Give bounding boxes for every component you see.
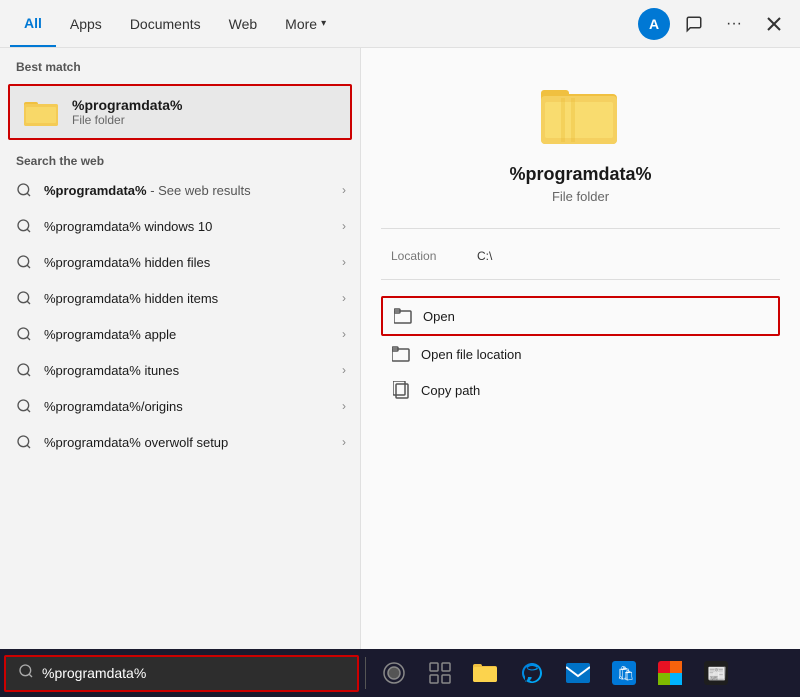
right-panel-title: %programdata% xyxy=(509,164,651,185)
open-location-icon xyxy=(391,344,411,364)
search-web-label: Search the web xyxy=(0,144,360,172)
tab-more[interactable]: More ▾ xyxy=(271,0,340,47)
news-button[interactable]: 📰 xyxy=(694,651,738,695)
search-panel: All Apps Documents Web More ▾ A ··· xyxy=(0,0,800,650)
chevron-right-icon: › xyxy=(342,255,346,269)
chevron-right-icon: › xyxy=(342,399,346,413)
close-button[interactable] xyxy=(758,8,790,40)
svg-text:📰: 📰 xyxy=(707,666,727,683)
search-icon xyxy=(14,288,34,308)
open-folder-icon xyxy=(393,306,413,326)
search-icon xyxy=(14,216,34,236)
store-button[interactable]: 🛍 xyxy=(602,651,646,695)
chevron-down-icon: ▾ xyxy=(321,18,326,29)
action-open[interactable]: Open xyxy=(381,296,780,336)
right-panel: %programdata% File folder Location C:\ O… xyxy=(360,48,800,650)
search-item[interactable]: %programdata%/origins › xyxy=(0,388,360,424)
edge-browser-button[interactable] xyxy=(510,651,554,695)
best-match-item[interactable]: %programdata% File folder xyxy=(8,84,352,140)
folder-icon xyxy=(24,96,60,128)
task-view-button[interactable] xyxy=(418,651,462,695)
user-avatar[interactable]: A xyxy=(638,8,670,40)
svg-text:🛍: 🛍 xyxy=(617,665,635,681)
search-icon xyxy=(14,360,34,380)
cortana-button[interactable] xyxy=(372,651,416,695)
right-panel-subtitle: File folder xyxy=(552,189,609,204)
divider xyxy=(381,228,780,229)
search-item[interactable]: %programdata% hidden files › xyxy=(0,244,360,280)
content-area: Best match %programdata% File folder Sea… xyxy=(0,48,800,650)
photos-button[interactable] xyxy=(648,651,692,695)
tab-all[interactable]: All xyxy=(10,0,56,47)
tab-web[interactable]: Web xyxy=(215,0,272,47)
tab-documents[interactable]: Documents xyxy=(116,0,215,47)
nav-tabs: All Apps Documents Web More ▾ A ··· xyxy=(0,0,800,48)
file-explorer-button[interactable] xyxy=(464,651,508,695)
action-open-file-location[interactable]: Open file location xyxy=(381,336,780,372)
taskbar-search[interactable]: %programdata% xyxy=(4,655,359,692)
left-panel: Best match %programdata% File folder Sea… xyxy=(0,48,360,650)
action-copy-path[interactable]: Copy path xyxy=(381,372,780,408)
search-item[interactable]: %programdata% hidden items › xyxy=(0,280,360,316)
search-icon xyxy=(14,324,34,344)
search-item[interactable]: %programdata% apple › xyxy=(0,316,360,352)
copy-icon xyxy=(391,380,411,400)
chevron-right-icon: › xyxy=(342,219,346,233)
best-match-text: %programdata% File folder xyxy=(72,97,182,127)
tab-apps[interactable]: Apps xyxy=(56,0,116,47)
options-button[interactable]: ··· xyxy=(718,8,750,40)
right-folder-icon xyxy=(541,78,621,148)
search-item[interactable]: %programdata% overwolf setup › xyxy=(0,424,360,460)
chevron-right-icon: › xyxy=(342,183,346,197)
search-icon xyxy=(14,180,34,200)
best-match-label: Best match xyxy=(0,48,360,80)
taskbar: %programdata% xyxy=(0,649,800,697)
chevron-right-icon: › xyxy=(342,291,346,305)
chevron-right-icon: › xyxy=(342,327,346,341)
search-icon xyxy=(14,252,34,272)
mail-button[interactable] xyxy=(556,651,600,695)
taskbar-divider xyxy=(365,657,366,689)
divider xyxy=(381,279,780,280)
search-icon xyxy=(14,396,34,416)
nav-right-controls: A ··· xyxy=(638,8,790,40)
search-item[interactable]: %programdata% - See web results › xyxy=(0,172,360,208)
meta-location: Location C:\ xyxy=(381,245,780,267)
taskbar-search-icon xyxy=(18,663,34,684)
search-item[interactable]: %programdata% windows 10 › xyxy=(0,208,360,244)
feedback-button[interactable] xyxy=(678,8,710,40)
chevron-right-icon: › xyxy=(342,363,346,377)
taskbar-search-text: %programdata% xyxy=(42,665,146,681)
search-icon xyxy=(14,432,34,452)
chevron-right-icon: › xyxy=(342,435,346,449)
search-item[interactable]: %programdata% itunes › xyxy=(0,352,360,388)
